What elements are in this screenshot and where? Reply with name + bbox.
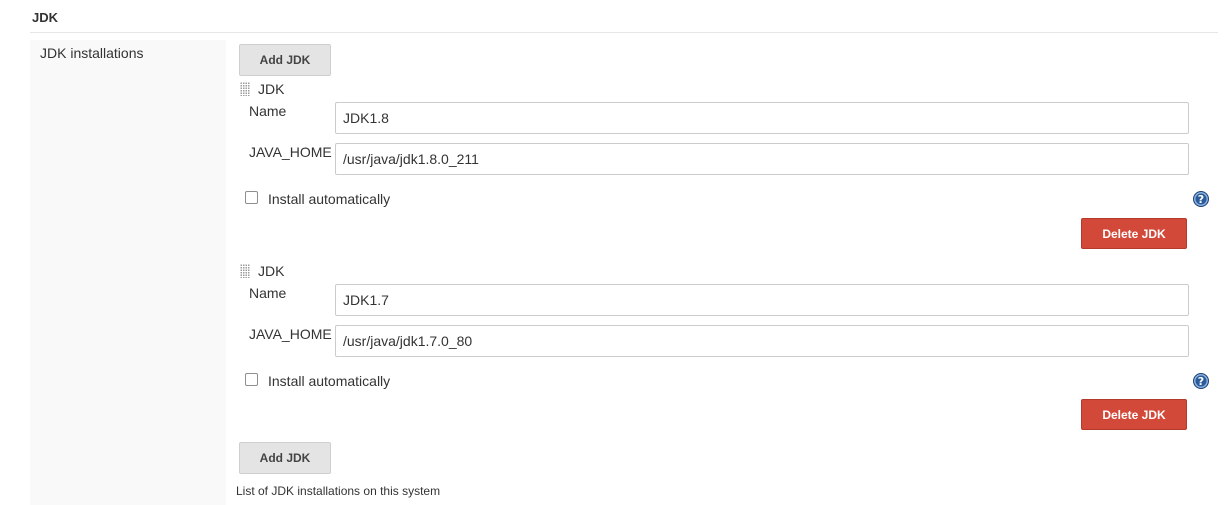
field-description: List of JDK installations on this system: [236, 484, 441, 498]
add-jdk-button-bottom[interactable]: Add JDK: [239, 442, 331, 474]
install-automatically-label: Install automatically: [268, 191, 391, 207]
install-automatically-checkbox[interactable]: [245, 191, 258, 204]
help-icon[interactable]: ?: [1193, 373, 1209, 389]
section-divider: [30, 32, 1218, 33]
java-home-input[interactable]: [335, 325, 1189, 357]
drag-handle-icon[interactable]: [240, 82, 250, 96]
help-icon[interactable]: ?: [1193, 191, 1209, 207]
java-home-label: JAVA_HOME: [249, 326, 332, 342]
section-title: JDK: [32, 10, 59, 25]
installation-header: JDK: [258, 81, 285, 97]
java-home-input[interactable]: [335, 143, 1189, 175]
name-label: Name: [249, 103, 287, 119]
java-home-label: JAVA_HOME: [249, 144, 332, 160]
install-automatically-checkbox[interactable]: [245, 373, 258, 386]
label-column: [30, 40, 226, 505]
installation-header: JDK: [258, 263, 285, 279]
install-automatically-label: Install automatically: [268, 373, 391, 389]
delete-jdk-button[interactable]: Delete JDK: [1081, 218, 1187, 249]
delete-jdk-button[interactable]: Delete JDK: [1081, 399, 1187, 430]
jdk-installations-label: JDK installations: [40, 45, 144, 61]
name-label: Name: [249, 285, 287, 301]
name-input[interactable]: [335, 102, 1189, 134]
add-jdk-button-top[interactable]: Add JDK: [239, 44, 331, 76]
name-input[interactable]: [335, 284, 1189, 316]
drag-handle-icon[interactable]: [240, 264, 250, 278]
